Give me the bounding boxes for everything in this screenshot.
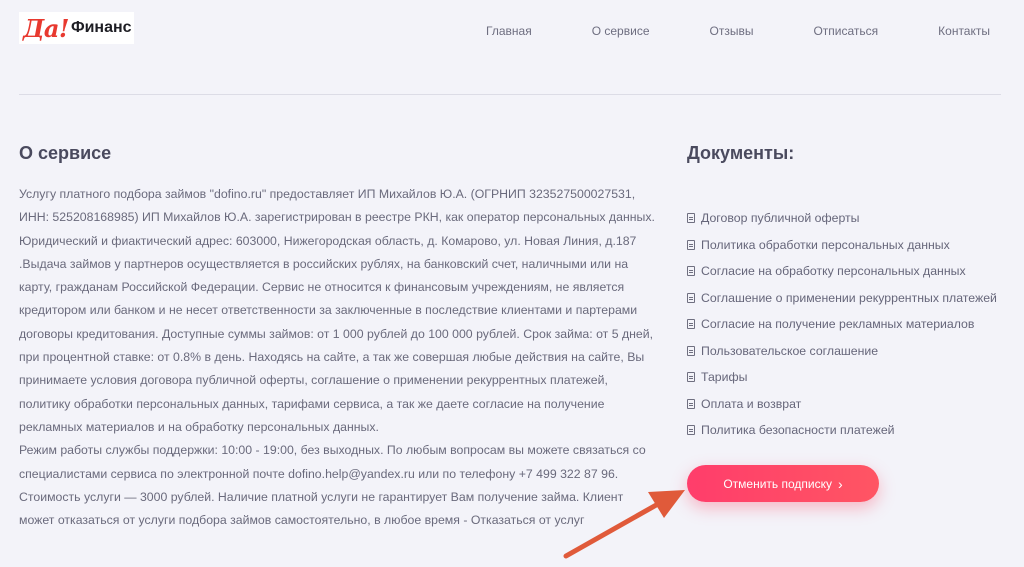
document-icon	[687, 319, 695, 330]
chevron-right-icon: ›	[838, 475, 843, 492]
document-icon	[687, 266, 695, 277]
document-label: Пользовательское соглашение	[701, 343, 879, 358]
document-link[interactable]: Пользовательское соглашение	[687, 338, 997, 365]
document-label: Соглашение о применении рекуррентных пла…	[701, 290, 997, 305]
document-link[interactable]: Оплата и возврат	[687, 391, 997, 418]
document-label: Тарифы	[701, 370, 748, 385]
nav-reviews[interactable]: Отзывы	[710, 24, 754, 38]
document-link[interactable]: Тарифы	[687, 364, 997, 391]
about-title: О сервисе	[19, 143, 112, 163]
document-icon	[687, 372, 695, 383]
about-paragraph: Услугу платного подбора займов "dofino.r…	[19, 187, 655, 434]
documents-title: Документы:	[687, 143, 795, 163]
nav-unsubscribe[interactable]: Отписаться	[813, 24, 878, 38]
document-label: Политика безопасности платежей	[701, 423, 895, 438]
document-link[interactable]: Согласие на обработку персональных данны…	[687, 258, 997, 285]
unsubscribe-button[interactable]: Отменить подписку ›	[687, 465, 879, 502]
main-nav: Главная О сервисе Отзывы Отписаться Конт…	[426, 24, 990, 38]
document-link[interactable]: Политика безопасности платежей	[687, 417, 997, 444]
document-icon	[687, 213, 695, 224]
document-link[interactable]: Согласие на получение рекламных материал…	[687, 311, 997, 338]
document-label: Согласие на получение рекламных материал…	[701, 317, 975, 332]
logo[interactable]: Да! Финанс	[19, 12, 134, 44]
document-link[interactable]: Политика обработки персональных данных	[687, 232, 997, 259]
document-label: Политика обработки персональных данных	[701, 237, 950, 252]
logo-text: Финанс	[70, 19, 132, 36]
documents-list: Договор публичной оферты Политика обрабо…	[687, 205, 997, 444]
document-icon	[687, 239, 695, 250]
nav-about[interactable]: О сервисе	[592, 24, 650, 38]
document-link[interactable]: Соглашение о применении рекуррентных пла…	[687, 285, 997, 312]
header-divider	[19, 94, 1001, 95]
annotation-arrow-icon	[563, 490, 685, 559]
unsubscribe-button-label: Отменить подписку	[723, 476, 832, 491]
document-icon	[687, 425, 695, 436]
nav-contacts[interactable]: Контакты	[938, 24, 990, 38]
document-icon	[687, 345, 695, 356]
document-label: Согласие на обработку персональных данны…	[701, 264, 966, 279]
document-label: Оплата и возврат	[701, 396, 802, 411]
logo-mark: Да!	[23, 13, 69, 43]
document-icon	[687, 398, 695, 409]
document-label: Договор публичной оферты	[701, 211, 860, 226]
document-icon	[687, 292, 695, 303]
nav-home[interactable]: Главная	[486, 24, 532, 38]
document-link[interactable]: Договор публичной оферты	[687, 205, 997, 232]
